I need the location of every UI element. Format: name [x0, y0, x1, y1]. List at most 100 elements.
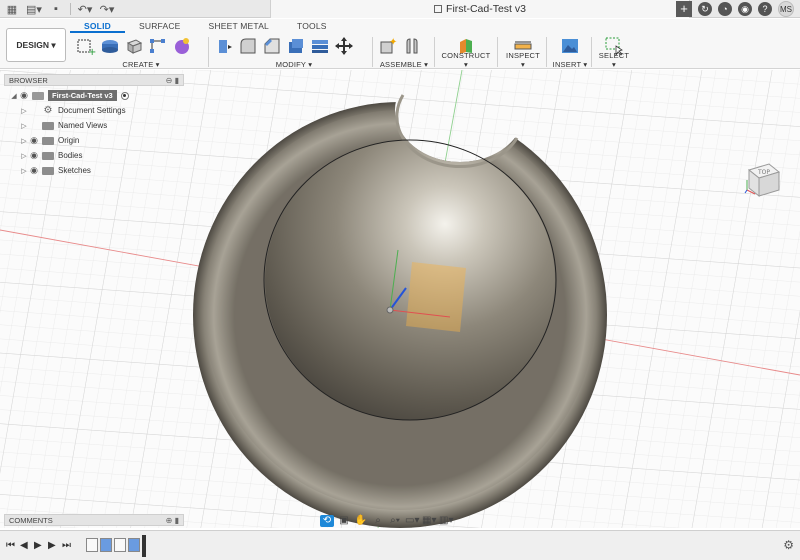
- extrude-icon[interactable]: [100, 36, 120, 56]
- collapse-triangle-icon[interactable]: ◢: [10, 92, 18, 100]
- separator: [208, 37, 209, 67]
- timeline-end-icon[interactable]: ⏭: [62, 540, 71, 551]
- new-component-icon[interactable]: ✦: [378, 36, 398, 56]
- browser-item-sketches[interactable]: ▷ ◉ Sketches: [4, 163, 184, 178]
- browser-item-label: Named Views: [58, 121, 108, 130]
- folder-icon: [42, 151, 54, 160]
- zoom-icon[interactable]: ⌕: [371, 515, 385, 527]
- timeline-sketch-feature-icon[interactable]: [86, 538, 98, 552]
- comments-title: COMMENTS: [9, 516, 53, 525]
- file-menu-icon[interactable]: ▤▾: [26, 1, 42, 17]
- viewports-icon[interactable]: ▥▾: [439, 515, 453, 527]
- timeline-marker[interactable]: [142, 535, 146, 557]
- expand-triangle-icon[interactable]: ▷: [20, 167, 28, 175]
- data-panel-icon[interactable]: ▦: [4, 1, 20, 17]
- component-icon: [32, 91, 44, 100]
- joint-icon[interactable]: [402, 36, 422, 56]
- browser-panel: BROWSER ⊖ ▮ ◢ ◉ First-Cad-Test v3 ▷ ⚙ Do…: [4, 74, 184, 178]
- expand-triangle-icon[interactable]: ▷: [20, 122, 28, 130]
- activate-radio-icon[interactable]: [120, 91, 129, 100]
- view-cube[interactable]: TOP: [743, 160, 783, 200]
- document-cube-icon: [434, 5, 443, 13]
- comments-panel-controls[interactable]: ⊕ ▮: [166, 515, 179, 526]
- separator: [372, 37, 373, 67]
- form-icon[interactable]: [172, 36, 192, 56]
- timeline-extrude-feature-icon[interactable]: [128, 538, 140, 552]
- tab-solid[interactable]: SOLID: [70, 19, 125, 33]
- box-icon[interactable]: [124, 36, 144, 56]
- timeline-extrude-feature-icon[interactable]: [100, 538, 112, 552]
- browser-item-bodies[interactable]: ▷ ◉ Bodies: [4, 148, 184, 163]
- inspect-menu[interactable]: INSPECT ▾: [503, 51, 543, 69]
- browser-root-row[interactable]: ◢ ◉ First-Cad-Test v3: [4, 88, 184, 103]
- browser-header[interactable]: BROWSER ⊖ ▮: [4, 74, 184, 86]
- navigation-bar: ⟲ ▣ ✋ ⌕ ⌕▾ ▭▾ ▦▾ ▥▾: [320, 513, 453, 529]
- browser-item-origin[interactable]: ▷ ◉ Origin: [4, 133, 184, 148]
- insert-group: INSERT ▾: [552, 34, 588, 69]
- disc-body[interactable]: [193, 102, 607, 528]
- select-menu[interactable]: SELECT ▾: [596, 51, 632, 69]
- combine-icon[interactable]: [310, 36, 330, 56]
- browser-item-label: Sketches: [58, 166, 91, 175]
- fit-icon[interactable]: ⌕▾: [388, 515, 402, 527]
- separator: [434, 37, 435, 67]
- construct-menu[interactable]: CONSTRUCT ▾: [440, 51, 492, 69]
- shell-icon[interactable]: [286, 36, 306, 56]
- pan-icon[interactable]: ✋: [354, 515, 368, 527]
- comments-panel[interactable]: COMMENTS ⊕ ▮: [4, 514, 184, 526]
- expand-triangle-icon[interactable]: ▷: [20, 137, 28, 145]
- visibility-eye-icon[interactable]: ◉: [28, 135, 40, 146]
- svg-text:✦: ✦: [389, 37, 397, 48]
- undo-icon[interactable]: ↶▾: [77, 1, 93, 17]
- workspace-switcher-button[interactable]: DESIGN ▾: [6, 28, 66, 62]
- modify-menu[interactable]: MODIFY ▾: [214, 60, 374, 69]
- expand-triangle-icon[interactable]: ▷: [20, 107, 28, 115]
- expand-triangle-icon[interactable]: ▷: [20, 152, 28, 160]
- move-icon[interactable]: [334, 36, 354, 56]
- save-icon[interactable]: ▪: [48, 1, 64, 17]
- timeline-prev-icon[interactable]: ◀: [20, 540, 28, 551]
- timeline-sketch-feature-icon[interactable]: [114, 538, 126, 552]
- chamfer-icon[interactable]: [262, 36, 282, 56]
- construct-group: CONSTRUCT ▾: [440, 34, 492, 69]
- create-sketch-icon[interactable]: +: [76, 36, 96, 56]
- timeline-next-icon[interactable]: ▶: [48, 540, 56, 551]
- new-tab-button[interactable]: +: [676, 1, 692, 17]
- timeline-play-icon[interactable]: ▶: [34, 540, 42, 551]
- tab-tools[interactable]: TOOLS: [283, 19, 341, 33]
- orbit-icon[interactable]: ⟲: [320, 515, 334, 527]
- insert-image-icon[interactable]: [560, 36, 580, 56]
- create-menu[interactable]: CREATE ▾: [76, 60, 206, 69]
- look-at-icon[interactable]: ▣: [337, 515, 351, 527]
- browser-panel-controls[interactable]: ⊖ ▮: [166, 75, 179, 86]
- browser-root-label: First-Cad-Test v3: [48, 90, 117, 101]
- insert-menu[interactable]: INSERT ▾: [552, 60, 588, 69]
- browser-item-document-settings[interactable]: ▷ ⚙ Document Settings: [4, 103, 184, 118]
- redo-icon[interactable]: ↷▾: [99, 1, 115, 17]
- browser-item-label: Document Settings: [58, 106, 126, 115]
- grid-settings-icon[interactable]: ▦▾: [422, 515, 436, 527]
- job-status-icon[interactable]: ◔: [718, 2, 732, 16]
- timeline-start-icon[interactable]: ⏮: [6, 540, 15, 551]
- view-cube-face-label: TOP: [757, 169, 770, 176]
- display-settings-icon[interactable]: ▭▾: [405, 515, 419, 527]
- visibility-eye-icon[interactable]: ◉: [18, 90, 30, 101]
- tab-surface[interactable]: SURFACE: [125, 19, 195, 33]
- press-pull-icon[interactable]: [214, 36, 234, 56]
- assemble-menu[interactable]: ASSEMBLE ▾: [378, 60, 430, 69]
- avatar[interactable]: MS: [778, 1, 794, 17]
- help-icon[interactable]: ?: [758, 2, 772, 16]
- timeline-settings-gear-icon[interactable]: ⚙: [783, 538, 794, 552]
- select-group: SELECT ▾: [596, 34, 632, 69]
- fillet-icon[interactable]: [238, 36, 258, 56]
- document-tab[interactable]: First-Cad-Test v3 ✕: [270, 0, 690, 18]
- browser-item-named-views[interactable]: ▷ Named Views: [4, 118, 184, 133]
- visibility-eye-icon[interactable]: ◉: [28, 165, 40, 176]
- separator: [546, 37, 547, 67]
- gear-icon: ⚙: [43, 105, 53, 116]
- extensions-icon[interactable]: ↻: [698, 2, 712, 16]
- notifications-icon[interactable]: ◉: [738, 2, 752, 16]
- tab-sheet-metal[interactable]: SHEET METAL: [195, 19, 283, 33]
- visibility-eye-icon[interactable]: ◉: [28, 150, 40, 161]
- pattern-icon[interactable]: [148, 36, 168, 56]
